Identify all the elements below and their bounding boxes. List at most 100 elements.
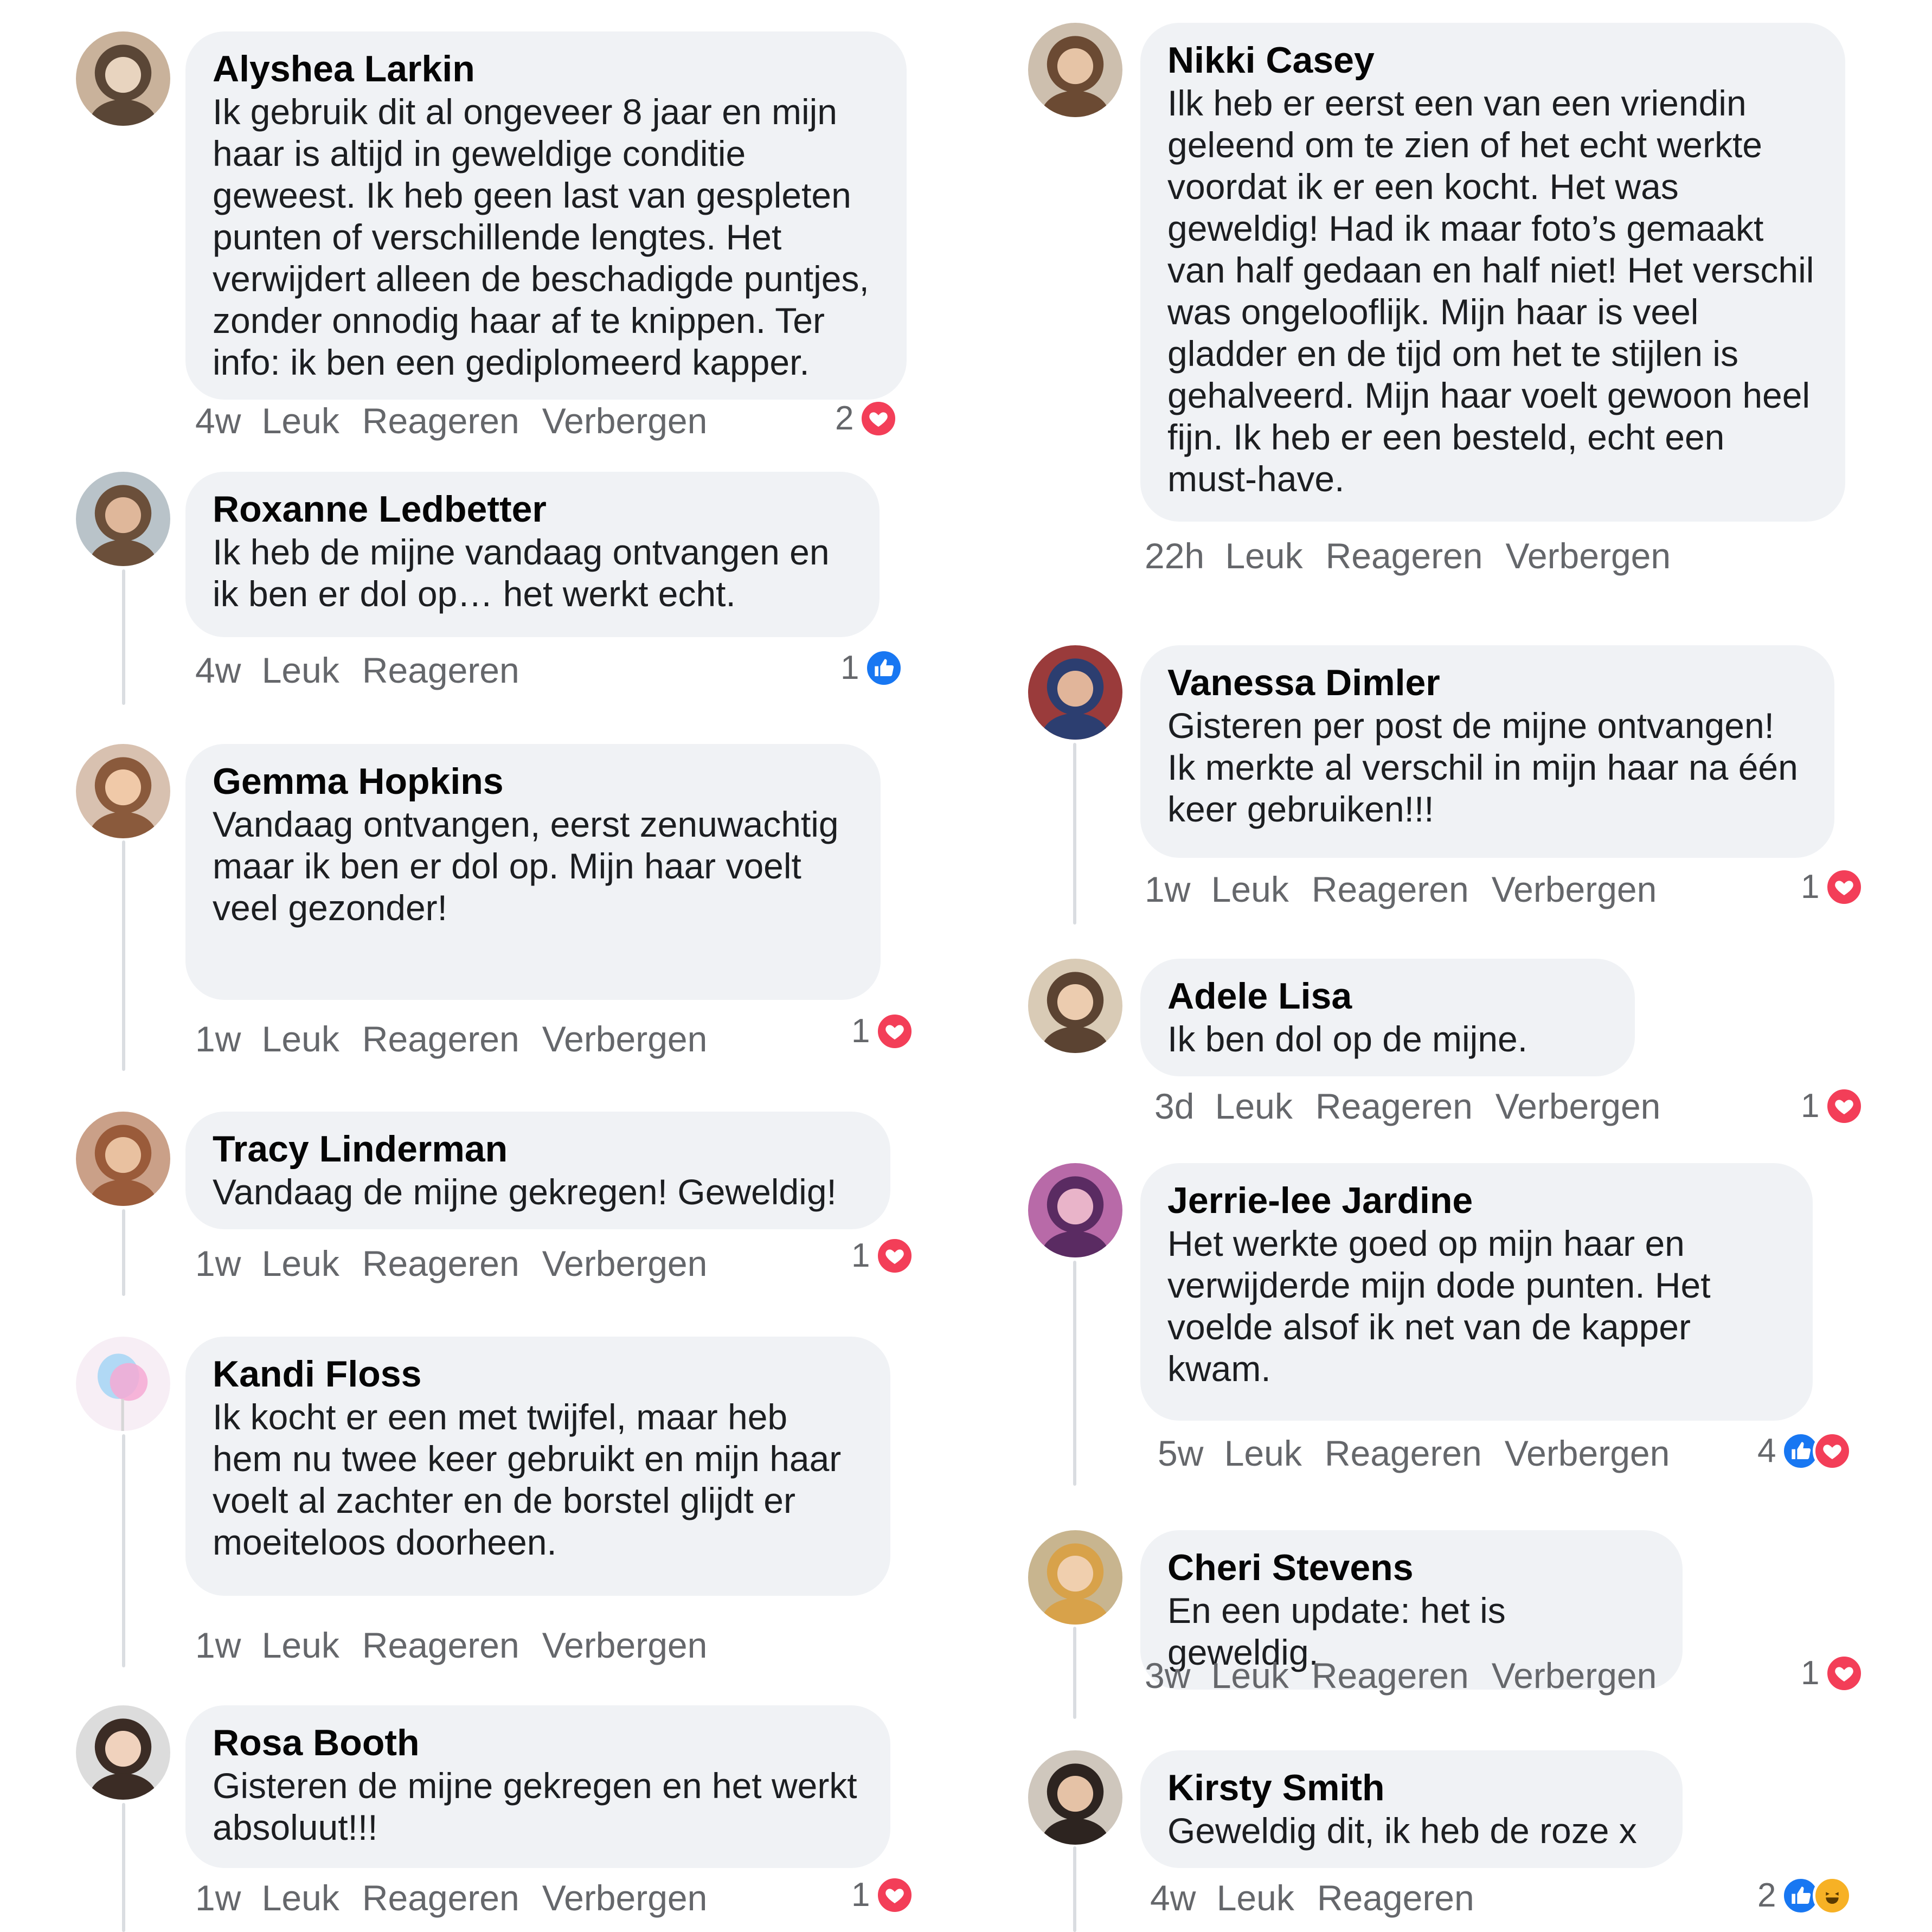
hide-button[interactable]: Verbergen — [1492, 1655, 1657, 1696]
reaction-summary[interactable]: 1 — [1801, 1652, 1864, 1695]
commenter-name[interactable]: Tracy Linderman — [213, 1127, 863, 1171]
reaction-summary[interactable]: 4 — [1757, 1429, 1852, 1473]
reply-button[interactable]: Reageren — [1317, 1878, 1474, 1918]
avatar[interactable] — [1028, 1750, 1122, 1845]
reply-button[interactable]: Reageren — [362, 650, 519, 690]
reaction-summary[interactable]: 1 — [1801, 1084, 1864, 1128]
commenter-name[interactable]: Cheri Stevens — [1167, 1545, 1655, 1590]
avatar[interactable] — [76, 1112, 170, 1206]
comment-timestamp[interactable]: 1w — [195, 1243, 241, 1283]
commenter-name[interactable]: Jerrie-lee Jardine — [1167, 1178, 1786, 1223]
thread-line — [1073, 1846, 1076, 1932]
comments-column-right: Nikki Casey Ilk heb er eerst een van een … — [966, 0, 1932, 1932]
thread-line — [1073, 1261, 1076, 1486]
commenter-name[interactable]: Roxanne Ledbetter — [213, 487, 852, 531]
comment-actions: 4w Leuk Reageren — [1150, 1876, 1497, 1920]
reply-button[interactable]: Reageren — [362, 1019, 519, 1059]
avatar[interactable] — [76, 744, 170, 838]
like-button[interactable]: Leuk — [262, 1878, 339, 1918]
commenter-name[interactable]: Alyshea Larkin — [213, 47, 880, 91]
comment-text: Gisteren de mijne gekregen en het werkt … — [213, 1766, 857, 1847]
commenter-name[interactable]: Kandi Floss — [213, 1352, 863, 1396]
avatar[interactable] — [76, 472, 170, 566]
avatar[interactable] — [1028, 1530, 1122, 1625]
like-button[interactable]: Leuk — [262, 650, 339, 690]
reaction-summary[interactable]: 2 — [835, 397, 898, 440]
commenter-name[interactable]: Vanessa Dimler — [1167, 660, 1807, 705]
commenter-name[interactable]: Nikki Casey — [1167, 38, 1818, 82]
hide-button[interactable]: Verbergen — [1492, 869, 1657, 909]
reaction-count: 2 — [835, 400, 854, 437]
comment-timestamp[interactable]: 4w — [195, 650, 241, 690]
love-icon — [875, 1876, 915, 1915]
like-button[interactable]: Leuk — [262, 1625, 339, 1665]
like-button[interactable]: Leuk — [1215, 1086, 1293, 1126]
reaction-summary[interactable]: 2 — [1757, 1874, 1852, 1917]
reply-button[interactable]: Reageren — [1312, 869, 1469, 909]
like-button[interactable]: Leuk — [262, 401, 339, 441]
avatar[interactable] — [1028, 1163, 1122, 1257]
like-button[interactable]: Leuk — [1217, 1878, 1294, 1918]
reaction-summary[interactable]: 1 — [1801, 865, 1864, 909]
thread-line — [122, 1803, 125, 1932]
comment-timestamp[interactable]: 1w — [195, 1878, 241, 1918]
comment-timestamp[interactable]: 1w — [195, 1019, 241, 1059]
comment-timestamp[interactable]: 4w — [1150, 1878, 1196, 1918]
avatar[interactable] — [76, 1337, 170, 1431]
reaction-summary[interactable]: 1 — [851, 1234, 915, 1278]
like-button[interactable]: Leuk — [1224, 1433, 1302, 1473]
comment-timestamp[interactable]: 4w — [195, 401, 241, 441]
comment-actions: 5w Leuk Reageren Verbergen — [1158, 1432, 1692, 1475]
commenter-name[interactable]: Kirsty Smith — [1167, 1766, 1655, 1810]
reply-button[interactable]: Reageren — [362, 1243, 519, 1283]
avatar[interactable] — [1028, 645, 1122, 740]
reply-button[interactable]: Reageren — [362, 401, 519, 441]
comment-timestamp[interactable]: 1w — [195, 1625, 241, 1665]
comment-timestamp[interactable]: 3d — [1154, 1086, 1194, 1126]
comment-actions: 22h Leuk Reageren Verbergen — [1145, 534, 1693, 577]
like-button[interactable]: Leuk — [1225, 536, 1302, 576]
hide-button[interactable]: Verbergen — [1495, 1086, 1661, 1126]
hide-button[interactable]: Verbergen — [542, 1019, 708, 1059]
comment-actions: 4w Leuk Reageren — [195, 649, 542, 692]
reaction-summary[interactable]: 1 — [851, 1873, 915, 1917]
reaction-count: 1 — [851, 1876, 870, 1914]
reaction-count: 1 — [851, 1012, 870, 1050]
reply-button[interactable]: Reageren — [1315, 1086, 1473, 1126]
hide-button[interactable]: Verbergen — [542, 401, 708, 441]
hide-button[interactable]: Verbergen — [542, 1625, 708, 1665]
reply-button[interactable]: Reageren — [1326, 536, 1483, 576]
reply-button[interactable]: Reageren — [362, 1878, 519, 1918]
commenter-name[interactable]: Rosa Booth — [213, 1721, 863, 1765]
comment-timestamp[interactable]: 3w — [1145, 1655, 1190, 1696]
like-button[interactable]: Leuk — [262, 1243, 339, 1283]
like-button[interactable]: Leuk — [1211, 869, 1289, 909]
thread-line — [122, 569, 125, 705]
comment-bubble: Adele Lisa Ik ben dol op de mijne. — [1140, 959, 1635, 1076]
avatar[interactable] — [76, 1705, 170, 1800]
comment-actions: 1w Leuk Reageren Verbergen — [1145, 868, 1679, 911]
avatar[interactable] — [1028, 23, 1122, 117]
comment-timestamp[interactable]: 22h — [1145, 536, 1204, 576]
hide-button[interactable]: Verbergen — [542, 1243, 708, 1283]
like-button[interactable]: Leuk — [1211, 1655, 1289, 1696]
comment-actions: 3d Leuk Reageren Verbergen — [1154, 1084, 1683, 1128]
hide-button[interactable]: Verbergen — [542, 1878, 708, 1918]
comment-timestamp[interactable]: 1w — [1145, 869, 1190, 909]
hide-button[interactable]: Verbergen — [1505, 1433, 1670, 1473]
comment-text: Ik kocht er een met twijfel, maar heb he… — [213, 1397, 842, 1562]
like-button[interactable]: Leuk — [262, 1019, 339, 1059]
reaction-summary[interactable]: 1 — [851, 1010, 915, 1053]
reaction-summary[interactable]: 1 — [840, 646, 904, 690]
reaction-count: 1 — [1801, 868, 1820, 906]
hide-button[interactable]: Verbergen — [1505, 536, 1671, 576]
avatar[interactable] — [76, 31, 170, 126]
comment-timestamp[interactable]: 5w — [1158, 1433, 1203, 1473]
comment-bubble: Gemma Hopkins Vandaag ontvangen, eerst ze… — [185, 744, 881, 1000]
avatar[interactable] — [1028, 959, 1122, 1053]
reply-button[interactable]: Reageren — [1325, 1433, 1482, 1473]
commenter-name[interactable]: Adele Lisa — [1167, 974, 1608, 1018]
reply-button[interactable]: Reageren — [362, 1625, 519, 1665]
reply-button[interactable]: Reageren — [1312, 1655, 1469, 1696]
commenter-name[interactable]: Gemma Hopkins — [213, 759, 853, 804]
